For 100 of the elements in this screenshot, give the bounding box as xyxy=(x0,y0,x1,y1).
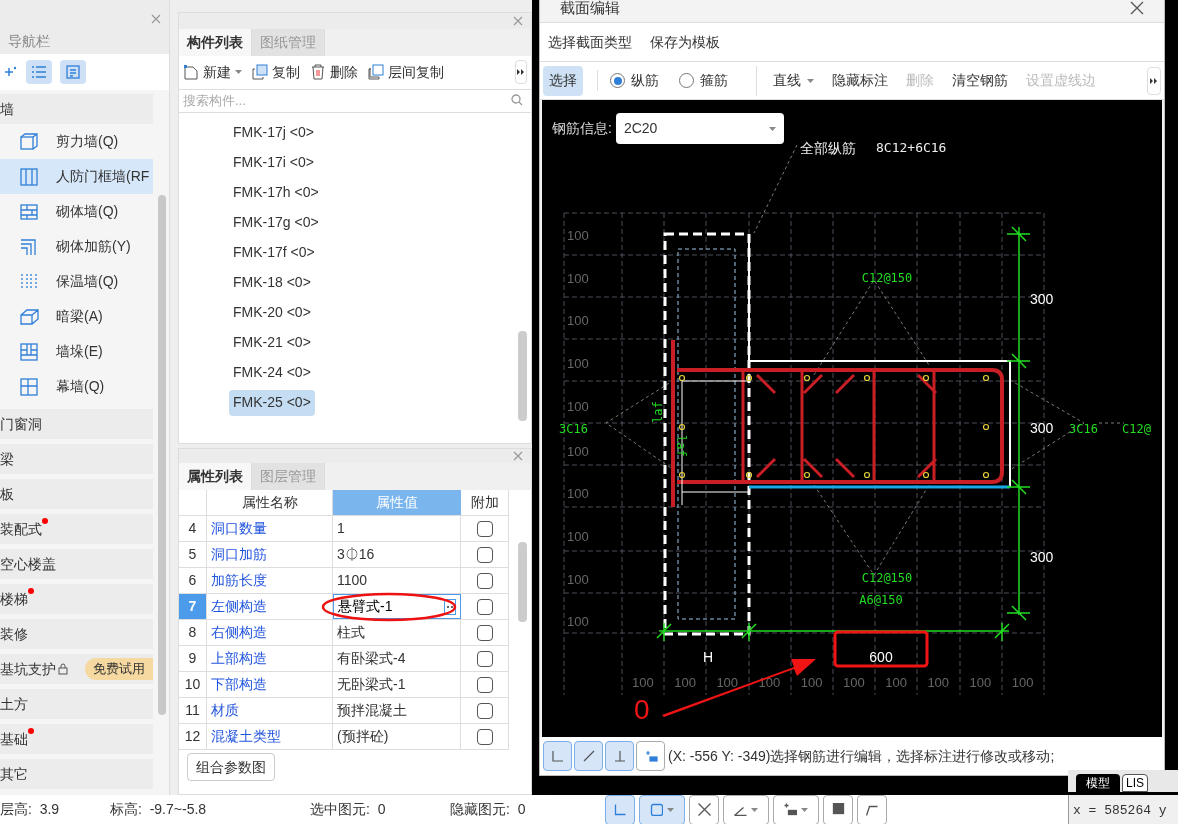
component-item[interactable]: FMK-17i <0> xyxy=(229,149,318,176)
menu-item[interactable]: 保存为模板 xyxy=(650,31,720,53)
checkbox[interactable] xyxy=(476,624,493,641)
nav-item[interactable]: 墙垛(E) xyxy=(0,334,153,369)
category-label: 装修 xyxy=(0,624,28,644)
free-trial-badge[interactable]: 免费试用 xyxy=(85,658,153,680)
snap-button[interactable] xyxy=(636,741,665,771)
rebar-label: 3C16 xyxy=(1069,422,1098,436)
panel-tab[interactable]: 属性列表 xyxy=(179,463,252,490)
snap-icon xyxy=(549,748,566,764)
nav-category[interactable]: 装修 xyxy=(0,619,153,649)
search-field[interactable]: 搜索构件... xyxy=(179,88,531,113)
snap-button[interactable] xyxy=(543,741,572,771)
checkbox[interactable] xyxy=(476,676,493,693)
nav-category[interactable]: 装配式 xyxy=(0,514,153,544)
component-item[interactable]: FMK-24 <0> xyxy=(229,359,315,386)
nav-category[interactable]: 楼梯 xyxy=(0,584,153,614)
panel-tab[interactable]: 构件列表 xyxy=(179,29,252,56)
toolbar-button[interactable]: 新建 xyxy=(183,61,242,83)
component-item[interactable]: FMK-17g <0> xyxy=(229,209,323,236)
toolbar-button[interactable]: 层间复制 xyxy=(368,61,444,83)
component-item[interactable]: FMK-20 <0> xyxy=(229,299,315,326)
checkbox[interactable] xyxy=(476,650,493,667)
checkbox[interactable] xyxy=(476,572,493,589)
nav-category[interactable]: 基础 xyxy=(0,724,153,754)
rebar-label: C12@150 xyxy=(861,571,913,585)
nav-category[interactable]: 梁 xyxy=(0,444,153,474)
toolbar-button[interactable]: 复制 xyxy=(252,61,300,83)
drawing-tool-button[interactable] xyxy=(857,794,887,824)
component-item[interactable]: FMK-25 <0> xyxy=(229,389,315,416)
drawing-tool-button[interactable] xyxy=(723,794,769,824)
close-icon[interactable] xyxy=(1130,1,1144,15)
checkbox[interactable] xyxy=(476,520,493,537)
tool-icon xyxy=(865,803,879,816)
nav-category[interactable]: 墙 xyxy=(0,94,153,124)
checkbox[interactable] xyxy=(476,598,493,615)
row-number: 11 xyxy=(179,698,207,723)
ellipsis-button[interactable] xyxy=(444,598,456,615)
checkbox[interactable] xyxy=(476,702,493,719)
radio-button[interactable]: 纵筋 xyxy=(610,70,659,91)
double-chevron-icon xyxy=(1150,77,1158,84)
scrollbar[interactable] xyxy=(518,542,527,622)
rebar-info-field[interactable]: 2C20 xyxy=(615,113,784,144)
sparkle-icon[interactable] xyxy=(4,65,18,79)
property-value-dropdown[interactable]: 悬臂式-1 xyxy=(333,594,461,619)
row-number: 8 xyxy=(179,620,207,645)
radio-button[interactable]: 箍筋 xyxy=(679,70,728,91)
more-button[interactable] xyxy=(515,60,527,84)
checkbox[interactable] xyxy=(476,546,493,563)
row-number: 7 xyxy=(179,594,207,619)
nav-item[interactable]: 暗梁(A) xyxy=(0,299,153,334)
checkbox[interactable] xyxy=(476,728,493,745)
property-name: 上部构造 xyxy=(207,646,333,671)
property-name: 洞口加筋 xyxy=(207,542,333,567)
nav-category[interactable]: 板 xyxy=(0,479,153,509)
dimension-label: 300 xyxy=(1030,549,1054,565)
toolbar-button[interactable]: 选择 xyxy=(543,65,583,96)
component-item[interactable]: FMK-17h <0> xyxy=(229,179,323,206)
nav-item[interactable]: 剪力墙(Q) xyxy=(0,124,153,159)
row-number: 12 xyxy=(179,724,207,749)
model-tab[interactable]: 模型 xyxy=(1076,774,1120,792)
drawing-tool-button[interactable] xyxy=(689,794,719,824)
nav-item[interactable]: 幕墙(Q) xyxy=(0,369,153,404)
snap-button[interactable] xyxy=(605,741,634,771)
toolbar-button[interactable]: 删除 xyxy=(310,61,358,83)
component-item[interactable]: FMK-21 <0> xyxy=(229,329,315,356)
scrollbar[interactable] xyxy=(518,330,527,421)
drawing-tool-button[interactable] xyxy=(823,794,853,824)
tool-icon xyxy=(697,803,711,816)
nav-category[interactable]: 空心楼盖 xyxy=(0,549,153,579)
grid-dimension-label: 100 xyxy=(927,675,950,690)
drawing-tool-button[interactable] xyxy=(639,794,685,824)
line-type-dropdown[interactable]: 直线 xyxy=(769,65,818,96)
row-number: 9 xyxy=(179,646,207,671)
component-item[interactable]: FMK-17f <0> xyxy=(229,239,319,266)
toolbar-button[interactable]: 清空钢筋 xyxy=(946,65,1014,96)
grid-dimension-label: 100 xyxy=(969,675,992,690)
component-item[interactable]: FMK-17j <0> xyxy=(229,119,318,146)
more-button[interactable] xyxy=(1147,66,1161,95)
nav-category[interactable]: 土方 xyxy=(0,689,153,719)
nav-item[interactable]: 砌体加筋(Y) xyxy=(0,229,153,264)
combined-parameter-button[interactable]: 组合参数图 xyxy=(187,753,275,781)
nav-category[interactable]: 其它 xyxy=(0,759,153,789)
caret-icon xyxy=(801,807,808,812)
toolbar-button[interactable]: 隐藏标注 xyxy=(826,65,894,96)
nav-category[interactable]: 基坑支护 免费试用 xyxy=(0,654,153,684)
component-item[interactable]: FMK-18 <0> xyxy=(229,269,315,296)
drawing-tool-button[interactable] xyxy=(605,794,635,824)
leader-line xyxy=(1098,422,1125,424)
scrollbar[interactable] xyxy=(158,195,166,715)
drawing-tool-button[interactable] xyxy=(773,794,819,824)
nav-category[interactable]: 门窗洞 xyxy=(0,409,153,439)
wall-type-icon xyxy=(18,375,40,398)
nav-item-label: 保温墙(Q) xyxy=(56,272,119,291)
menu-item[interactable]: 选择截面类型 xyxy=(548,31,632,53)
nav-item[interactable]: 砌体墙(Q) xyxy=(0,194,153,229)
layout-tab[interactable]: LIS xyxy=(1122,774,1148,792)
status-item: 选中图元: 0 xyxy=(310,800,387,819)
nav-item[interactable]: 人防门框墙(RF xyxy=(0,159,153,194)
nav-item[interactable]: 保温墙(Q) xyxy=(0,264,153,299)
